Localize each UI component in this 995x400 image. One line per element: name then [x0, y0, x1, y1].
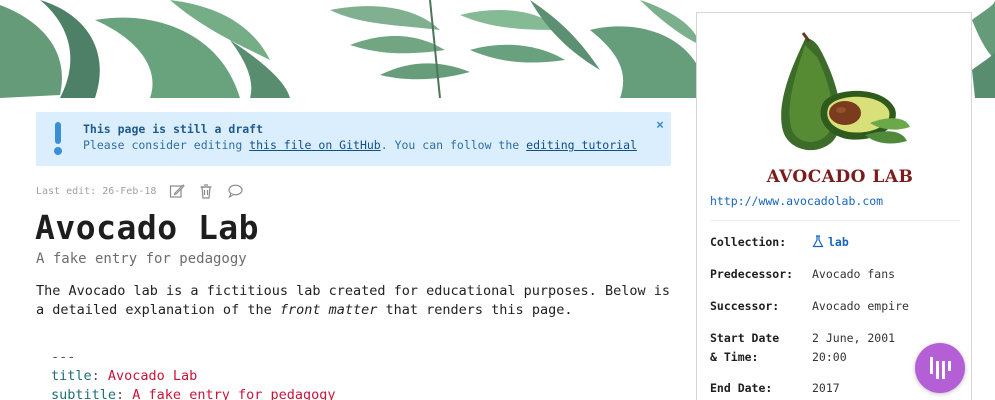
- delete-icon[interactable]: [198, 183, 214, 199]
- start-time-label: & Time:: [710, 350, 759, 364]
- collection-value: lab: [812, 233, 849, 252]
- code-separator: ---: [51, 349, 76, 365]
- code-value: Avocado Lab: [107, 368, 198, 384]
- collection-link[interactable]: lab: [828, 235, 849, 249]
- draft-message: Please consider editing this file on Git…: [83, 138, 637, 152]
- predecessor-label: Predecessor:: [710, 267, 794, 281]
- website-link[interactable]: http://www.avocadolab.com: [710, 194, 883, 208]
- code-value: A fake entry for pedagogy: [132, 387, 336, 400]
- avocado-lab-logo: AVOCADO LAB: [765, 31, 915, 191]
- end-date-value: 2017: [812, 381, 840, 395]
- intro-text: that renders this page.: [377, 302, 573, 318]
- predecessor-value: Avocado fans: [812, 267, 896, 281]
- end-date-label: End Date:: [710, 381, 773, 395]
- start-time-value: 20:00: [812, 350, 847, 364]
- start-date-value: 2 June, 2001: [812, 331, 896, 345]
- last-edit-date: Last edit: 26-Feb-18: [36, 185, 157, 197]
- intro-emphasis: front matter: [279, 302, 378, 318]
- comment-icon[interactable]: [227, 183, 244, 199]
- draft-text: . You can follow the: [380, 138, 527, 152]
- front-matter-code: --- title: Avocado Lab subtitle: A fake …: [51, 348, 336, 400]
- successor-label: Successor:: [710, 299, 780, 313]
- intro-paragraph: The Avocado lab is a fictitious lab crea…: [36, 282, 676, 320]
- draft-notice: This page is still a draft Please consid…: [36, 112, 671, 166]
- code-key: title: [51, 368, 92, 384]
- flask-icon: [812, 235, 824, 248]
- collection-label: Collection:: [710, 235, 787, 249]
- editing-tutorial-link[interactable]: editing tutorial: [526, 138, 637, 152]
- page-subtitle: A fake entry for pedagogy: [36, 251, 247, 267]
- chat-widget-button[interactable]: [915, 343, 965, 393]
- avocado-icon: [781, 32, 910, 151]
- divider: [710, 220, 960, 221]
- gitter-icon: [930, 357, 951, 379]
- exclamation-icon: [54, 122, 62, 155]
- draft-text: Please consider editing: [83, 138, 250, 152]
- code-key: subtitle: [51, 387, 117, 400]
- page-meta: Last edit: 26-Feb-18: [36, 182, 244, 200]
- github-file-link[interactable]: this file on GitHub: [249, 138, 381, 152]
- close-icon[interactable]: ×: [656, 118, 664, 133]
- successor-value: Avocado empire: [812, 299, 909, 313]
- edit-icon[interactable]: [169, 183, 186, 199]
- draft-title: This page is still a draft: [83, 122, 264, 136]
- logo-text: AVOCADO LAB: [766, 167, 914, 187]
- start-date-label: Start Date: [710, 331, 780, 345]
- page-title: Avocado Lab: [35, 208, 260, 247]
- info-sidebar: AVOCADO LAB http://www.avocadolab.com Co…: [696, 12, 972, 400]
